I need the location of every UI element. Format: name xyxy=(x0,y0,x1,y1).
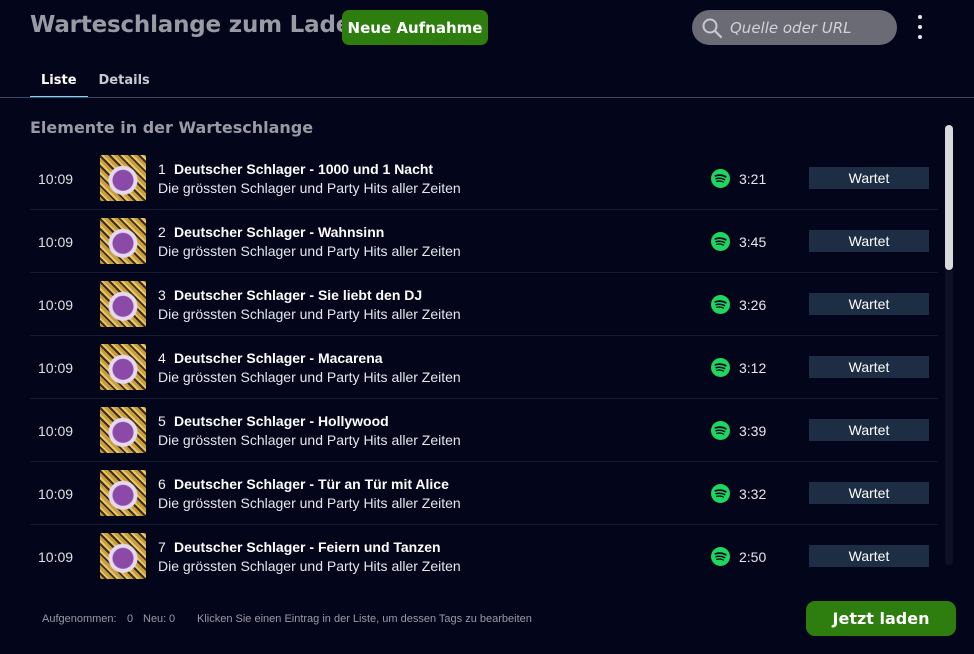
recorded-count: 0 xyxy=(127,613,134,625)
status-badge: Wartet xyxy=(809,230,929,252)
track-index: 1 xyxy=(158,161,166,177)
track-index: 6 xyxy=(158,476,166,492)
queue-time: 10:09 xyxy=(38,360,74,376)
header: Warteschlange zum Laden Neue Aufnahme xyxy=(0,0,974,58)
tab-liste[interactable]: Liste xyxy=(30,70,88,98)
track-title: Deutscher Schlager - Feiern und Tanzen xyxy=(174,539,441,555)
status-badge: Wartet xyxy=(809,545,929,567)
album-name: Die grössten Schlager und Party Hits all… xyxy=(158,369,461,385)
track-duration: 3:26 xyxy=(739,297,767,313)
app-window: Warteschlange zum Laden Neue Aufnahme Li… xyxy=(0,0,974,654)
new-count: 0 xyxy=(169,613,176,625)
tab-divider xyxy=(0,97,974,98)
search-icon xyxy=(702,18,723,39)
track-index: 3 xyxy=(158,287,166,303)
footer-hint: Klicken Sie einen Eintrag in der Liste, … xyxy=(197,613,532,625)
album-cover xyxy=(100,533,146,579)
queue-item[interactable]: 10:09 3 Deutscher Schlager - Sie liebt d… xyxy=(30,273,938,336)
spotify-icon xyxy=(711,358,730,377)
album-cover xyxy=(100,218,146,264)
track-title: Deutscher Schlager - Tür an Tür mit Alic… xyxy=(174,476,449,492)
spotify-icon xyxy=(711,484,730,503)
album-cover xyxy=(100,470,146,516)
track-index: 2 xyxy=(158,224,166,240)
album-cover xyxy=(100,155,146,201)
track-index: 4 xyxy=(158,350,166,366)
album-name: Die grössten Schlager und Party Hits all… xyxy=(158,558,461,574)
queue-time: 10:09 xyxy=(38,423,74,439)
queue-item[interactable]: 10:09 1 Deutscher Schlager - 1000 und 1 … xyxy=(30,147,938,210)
album-name: Die grössten Schlager und Party Hits all… xyxy=(158,243,461,259)
spotify-icon xyxy=(711,295,730,314)
queue-item[interactable]: 10:09 6 Deutscher Schlager - Tür an Tür … xyxy=(30,462,938,525)
album-name: Die grössten Schlager und Party Hits all… xyxy=(158,432,461,448)
recorded-label: Aufgenommen: xyxy=(42,613,117,625)
kebab-menu-icon[interactable] xyxy=(912,13,928,41)
new-recording-button[interactable]: Neue Aufnahme xyxy=(342,10,488,45)
spotify-icon xyxy=(711,421,730,440)
scrollbar-track[interactable] xyxy=(945,125,953,565)
track-index: 5 xyxy=(158,413,166,429)
queue-item[interactable]: 10:09 4 Deutscher Schlager - Macarena Di… xyxy=(30,336,938,399)
track-duration: 2:50 xyxy=(739,549,767,565)
track-duration: 3:39 xyxy=(739,423,767,439)
queue-list: 10:09 1 Deutscher Schlager - 1000 und 1 … xyxy=(30,147,938,588)
status-badge: Wartet xyxy=(809,419,929,441)
album-name: Die grössten Schlager und Party Hits all… xyxy=(158,180,461,196)
search-box[interactable] xyxy=(692,10,897,45)
status-badge: Wartet xyxy=(809,482,929,504)
scrollbar-thumb[interactable] xyxy=(945,125,953,270)
album-cover xyxy=(100,344,146,390)
queue-item[interactable]: 10:09 2 Deutscher Schlager - Wahnsinn Di… xyxy=(30,210,938,273)
queue-time: 10:09 xyxy=(38,171,74,187)
album-cover xyxy=(100,281,146,327)
queue-time: 10:09 xyxy=(38,297,74,313)
spotify-icon xyxy=(711,547,730,566)
track-title: Deutscher Schlager - 1000 und 1 Nacht xyxy=(174,161,434,177)
section-title: Elemente in der Warteschlange xyxy=(30,118,314,137)
queue-time: 10:09 xyxy=(38,549,74,565)
track-title: Deutscher Schlager - Macarena xyxy=(174,350,383,366)
track-title: Deutscher Schlager - Sie liebt den DJ xyxy=(174,287,423,303)
status-badge: Wartet xyxy=(809,293,929,315)
tab-details[interactable]: Details xyxy=(88,70,161,98)
track-title: Deutscher Schlager - Wahnsinn xyxy=(174,224,385,240)
new-label: Neu: xyxy=(143,613,167,625)
queue-time: 10:09 xyxy=(38,234,74,250)
album-cover xyxy=(100,407,146,453)
page-title: Warteschlange zum Laden xyxy=(30,12,368,38)
track-duration: 3:12 xyxy=(739,360,767,376)
track-title: Deutscher Schlager - Hollywood xyxy=(174,413,389,429)
spotify-icon xyxy=(711,232,730,251)
queue-item[interactable]: 10:09 7 Deutscher Schlager - Feiern und … xyxy=(30,525,938,588)
search-input[interactable] xyxy=(730,10,890,45)
track-duration: 3:32 xyxy=(739,486,767,502)
load-now-button[interactable]: Jetzt laden xyxy=(806,601,956,636)
track-duration: 3:21 xyxy=(739,171,767,187)
queue-time: 10:09 xyxy=(38,486,74,502)
status-badge: Wartet xyxy=(809,356,929,378)
track-duration: 3:45 xyxy=(739,234,767,250)
album-name: Die grössten Schlager und Party Hits all… xyxy=(158,495,461,511)
album-name: Die grössten Schlager und Party Hits all… xyxy=(158,306,461,322)
status-badge: Wartet xyxy=(809,167,929,189)
track-index: 7 xyxy=(158,539,166,555)
spotify-icon xyxy=(711,169,730,188)
queue-item[interactable]: 10:09 5 Deutscher Schlager - Hollywood D… xyxy=(30,399,938,462)
tab-bar: Liste Details xyxy=(30,70,161,98)
